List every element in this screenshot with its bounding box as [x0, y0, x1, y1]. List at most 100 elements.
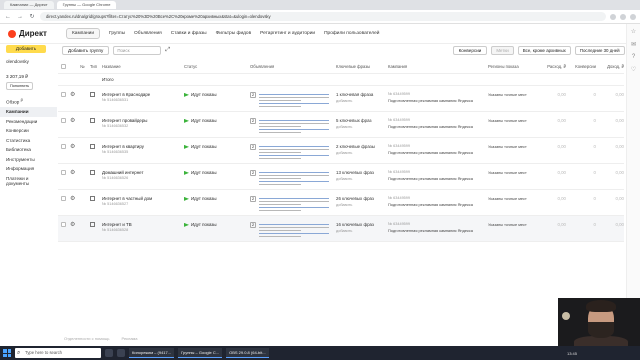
- conversions-button[interactable]: Конверсии: [452, 46, 488, 55]
- back-icon[interactable]: ←: [4, 13, 12, 21]
- table-row[interactable]: ⚙ Интернет в квартиру № 5146636535 Идут пок…: [58, 138, 624, 164]
- table-row[interactable]: ⚙ Домашний интернет № 5146636526 Идут показ…: [58, 164, 624, 190]
- tab-groups[interactable]: Группы: [109, 28, 125, 39]
- row-checkbox[interactable]: [61, 170, 66, 175]
- tags-select[interactable]: Метки: [491, 46, 514, 55]
- ad-preview[interactable]: [259, 92, 330, 109]
- row-settings-gear-icon[interactable]: ⚙: [70, 222, 75, 228]
- sidebar-item-payments[interactable]: Платежи и документы: [6, 174, 51, 189]
- col-expense[interactable]: Расход, ₽: [536, 64, 566, 69]
- group-name[interactable]: Интернет и ТВ: [102, 222, 184, 227]
- keywords-count[interactable]: 26 ключевых фраз: [336, 196, 388, 201]
- logo[interactable]: Директ: [0, 29, 58, 38]
- tab-retargeting[interactable]: Ретаргетинг и аудитории: [260, 28, 315, 39]
- footer-link[interactable]: Отделенности с помощь: [64, 336, 109, 341]
- ad-preview[interactable]: [259, 170, 330, 187]
- ads-count-badge[interactable]: 2: [250, 92, 257, 98]
- bookmark-icon[interactable]: ☆: [631, 28, 636, 35]
- select-all-checkbox[interactable]: [61, 63, 66, 69]
- ads-count-badge[interactable]: 2: [250, 144, 257, 150]
- ads-count-badge[interactable]: 2: [250, 170, 257, 176]
- explorer-icon[interactable]: [117, 349, 125, 357]
- col-regions[interactable]: Регионы показа: [488, 64, 536, 69]
- sidebar-item-conversions[interactable]: Конверсии: [6, 126, 51, 136]
- sidebar-item-info[interactable]: Информация: [6, 164, 51, 174]
- sidebar-item-library[interactable]: Библиотека: [6, 145, 51, 155]
- tab-user-profiles[interactable]: Профили пользователей: [324, 28, 379, 39]
- group-status[interactable]: Идут показы: [191, 118, 217, 123]
- ad-preview[interactable]: [259, 196, 330, 213]
- add-keywords-link[interactable]: добавить: [336, 177, 388, 181]
- ad-preview[interactable]: [259, 144, 330, 161]
- row-settings-gear-icon[interactable]: ⚙: [70, 196, 75, 202]
- taskbar-search[interactable]: Type here to search: [15, 348, 101, 358]
- add-keywords-link[interactable]: добавить: [336, 229, 388, 233]
- col-conversions[interactable]: Конверсии: [566, 64, 596, 69]
- row-settings-gear-icon[interactable]: ⚙: [70, 170, 75, 176]
- keywords-count[interactable]: 16 ключевых фраз: [336, 222, 388, 227]
- search-input[interactable]: Поиск: [113, 46, 162, 55]
- period-select[interactable]: Последние 30 дней: [574, 46, 625, 55]
- url-field[interactable]: direct.yandex.ru/dna/grid/groups?filter=…: [40, 12, 606, 21]
- keywords-count[interactable]: 5 ключевых фраз: [336, 118, 388, 123]
- col-ads[interactable]: Объявления: [250, 64, 336, 69]
- table-row[interactable]: ⚙ Интернет и ТВ № 5146636528 Идут показы 2 16…: [58, 216, 624, 242]
- windows-start-icon[interactable]: [3, 349, 11, 357]
- sidebar-item-campaigns[interactable]: Кампании: [0, 107, 57, 117]
- add-keywords-link[interactable]: добавить: [336, 151, 388, 155]
- table-row[interactable]: ⚙ Интернет в Краснодаре № 5146636531 Идут п…: [58, 86, 624, 112]
- group-name[interactable]: Интернет в Краснодаре: [102, 92, 184, 97]
- add-keywords-link[interactable]: добавить: [336, 125, 388, 129]
- expand-icon[interactable]: ⤢: [165, 47, 170, 54]
- chat-icon[interactable]: ✉: [631, 41, 636, 48]
- sidebar-item-tools[interactable]: Инструменты: [6, 155, 51, 165]
- sidebar-item-statistics[interactable]: Статистика: [6, 136, 51, 146]
- add-button[interactable]: Добавить: [6, 45, 46, 53]
- forward-icon[interactable]: →: [16, 13, 24, 21]
- like-icon[interactable]: ♡: [631, 66, 636, 73]
- add-keywords-link[interactable]: добавить: [336, 99, 388, 103]
- tab-campaigns[interactable]: Кампании: [66, 28, 101, 39]
- group-name[interactable]: Интернет в частный дом: [102, 196, 184, 201]
- reload-icon[interactable]: ↻: [28, 13, 36, 21]
- ads-count-badge[interactable]: 2: [250, 118, 257, 124]
- ad-preview[interactable]: [259, 222, 330, 239]
- sidebar-item-recommendations[interactable]: Рекомендации: [6, 117, 51, 127]
- taskbar-window[interactable]: OBS 29.0.8 (64-bit...: [226, 348, 269, 358]
- col-campaign[interactable]: Кампания: [388, 64, 488, 69]
- table-row[interactable]: ⚙ Интернет в частный дом № 5146636527 Идут …: [58, 190, 624, 216]
- taskbar-window[interactable]: Кинорежим – (9417...: [129, 348, 175, 358]
- extension-icon[interactable]: [610, 13, 616, 20]
- row-checkbox[interactable]: [61, 144, 66, 149]
- add-group-button[interactable]: Добавить группу: [62, 46, 110, 55]
- profile-icon[interactable]: [630, 13, 636, 20]
- row-settings-gear-icon[interactable]: ⚙: [70, 118, 75, 124]
- campaign-name[interactable]: Подготовленная рекламная кампания Яндекс…: [388, 98, 488, 103]
- campaign-name[interactable]: Подготовленная рекламная кампания Яндекс…: [388, 202, 488, 207]
- group-status[interactable]: Идут показы: [191, 144, 217, 149]
- row-checkbox[interactable]: [61, 222, 66, 227]
- keywords-count[interactable]: 1 ключевая фраза: [336, 92, 388, 97]
- keywords-count[interactable]: 2 ключевые фразы: [336, 144, 388, 149]
- footer-link[interactable]: Реклама: [121, 336, 137, 341]
- row-checkbox[interactable]: [61, 118, 66, 123]
- campaign-name[interactable]: Подготовленная рекламная кампания Яндекс…: [388, 176, 488, 181]
- tab-bids[interactable]: Ставки и фразы: [171, 28, 207, 39]
- row-checkbox[interactable]: [61, 92, 66, 97]
- topup-button[interactable]: Пополнить: [6, 82, 34, 90]
- group-status[interactable]: Идут показы: [191, 92, 217, 97]
- add-keywords-link[interactable]: добавить: [336, 203, 388, 207]
- row-settings-gear-icon[interactable]: ⚙: [70, 92, 75, 98]
- table-row[interactable]: ⚙ Интернет провайдеры № 5146636532 Идут пок…: [58, 112, 624, 138]
- tab-ads[interactable]: Объявления: [134, 28, 162, 39]
- col-keywords[interactable]: Ключевые фразы: [336, 64, 388, 69]
- col-type[interactable]: Тип: [90, 64, 102, 69]
- keywords-count[interactable]: 13 ключевых фраз: [336, 170, 388, 175]
- browser-tab[interactable]: Кампании — Директ: [4, 1, 54, 9]
- group-status[interactable]: Идут показы: [191, 222, 217, 227]
- row-checkbox[interactable]: [61, 196, 66, 201]
- taskbar-window[interactable]: Группы – Google C...: [178, 348, 223, 358]
- status-filter-select[interactable]: Все, кроме архивных: [517, 46, 571, 55]
- browser-tab-active[interactable]: Группы — Google Chrome: [56, 1, 117, 9]
- ads-count-badge[interactable]: 2: [250, 196, 257, 202]
